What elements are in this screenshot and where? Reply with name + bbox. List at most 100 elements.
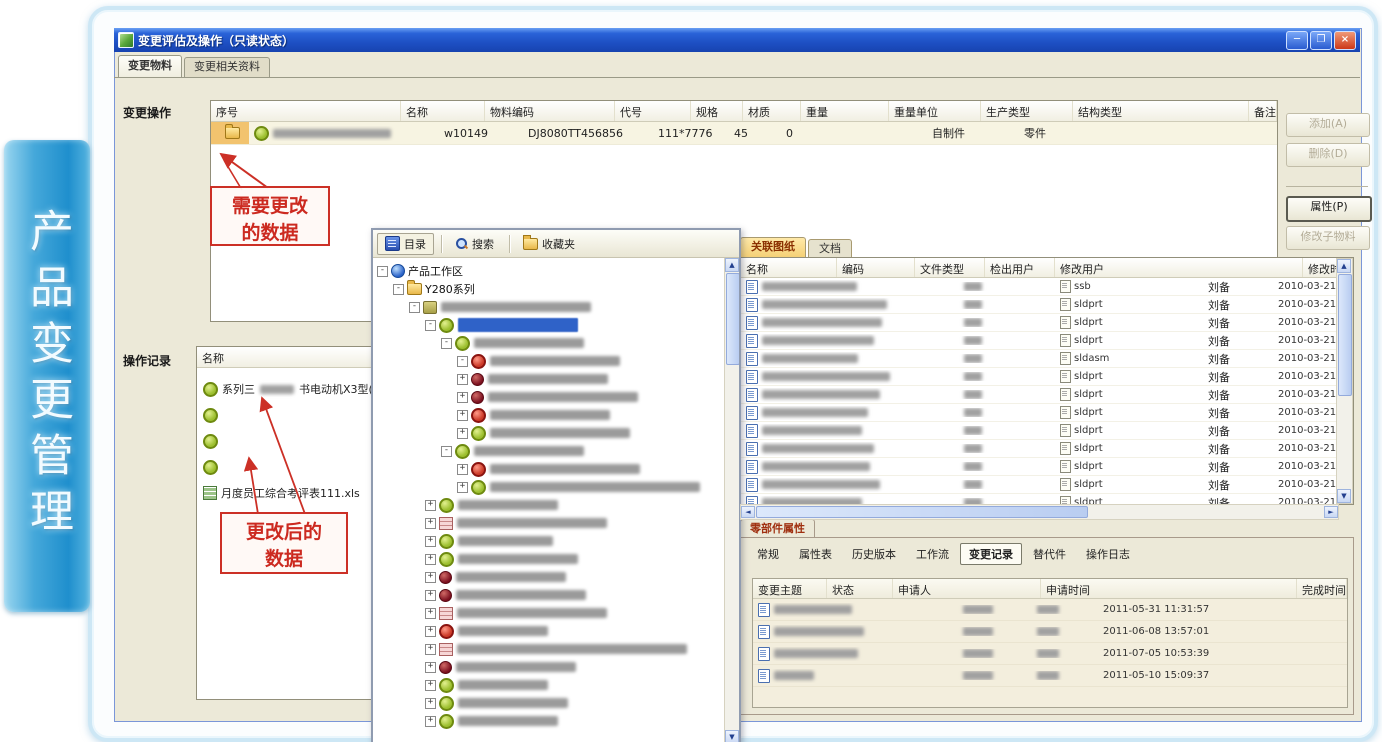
tree-node[interactable]: - (373, 298, 725, 316)
tree-expander-icon[interactable]: + (457, 410, 468, 421)
tree-node[interactable]: + (373, 676, 725, 694)
minimize-button[interactable]: ─ (1286, 31, 1308, 50)
tree-node[interactable]: - 产品工作区 (373, 262, 725, 280)
tree-expander-icon[interactable]: + (425, 626, 436, 637)
restore-button[interactable]: ❐ (1310, 31, 1332, 50)
search-button[interactable]: 搜索 (447, 233, 502, 255)
tree-expander-icon[interactable]: + (425, 572, 436, 583)
scroll-right-icon[interactable]: ► (1324, 506, 1338, 518)
tree-expander-icon[interactable]: + (425, 716, 436, 727)
close-button[interactable]: × (1334, 31, 1356, 50)
column-header[interactable]: 名称 (741, 258, 837, 277)
tree-node[interactable]: + (373, 388, 725, 406)
tree-node[interactable]: + (373, 586, 725, 604)
part-props-subtab[interactable]: 操作日志 (1077, 543, 1139, 565)
column-header[interactable]: 修改用户 (1055, 258, 1303, 277)
part-props-subtab[interactable]: 常规 (748, 543, 788, 565)
part-props-subtab[interactable]: 历史版本 (843, 543, 905, 565)
table-row[interactable]: sldprt 刘备 2010-03-21 23:40:29 (741, 440, 1353, 458)
scroll-up-icon[interactable]: ▲ (1337, 259, 1351, 273)
tree-expander-icon[interactable]: + (425, 554, 436, 565)
tree-node[interactable]: + (373, 370, 725, 388)
column-header[interactable]: 代号 (615, 101, 691, 121)
tree-expander-icon[interactable]: - (377, 266, 388, 277)
drawings-vertical-scrollbar[interactable]: ▲ ▼ (1336, 258, 1353, 504)
tree-expander-icon[interactable]: + (425, 680, 436, 691)
column-header[interactable]: 文件类型 (915, 258, 985, 277)
column-header[interactable]: 完成时间 (1297, 579, 1347, 598)
column-header[interactable]: 名称 (401, 101, 485, 121)
product-tree[interactable]: - 产品工作区 - Y280系列 - (373, 258, 725, 742)
tree-expander-icon[interactable]: + (457, 464, 468, 475)
column-header[interactable]: 物料编码 (485, 101, 615, 121)
delete-button[interactable]: 删除(D) (1286, 143, 1370, 167)
tree-expander-icon[interactable]: + (425, 698, 436, 709)
tree-node[interactable]: - (373, 316, 725, 334)
table-row[interactable]: sldprt 刘备 2010-03-21 23:40:29 (741, 332, 1353, 350)
column-header[interactable]: 重量单位 (889, 101, 981, 121)
table-row[interactable]: sldprt 刘备 2010-03-21 23:40:29 (741, 404, 1353, 422)
scroll-left-icon[interactable]: ◄ (741, 506, 755, 518)
scroll-down-icon[interactable]: ▼ (1337, 489, 1351, 503)
table-row[interactable]: sldprt 刘备 2010-03-21 23:40:29 (741, 386, 1353, 404)
tree-node[interactable]: + (373, 532, 725, 550)
scrollbar-thumb[interactable] (756, 506, 1088, 518)
properties-button[interactable]: 属性(P) (1286, 196, 1372, 222)
tree-node[interactable]: + (373, 406, 725, 424)
column-header[interactable]: 申请时间 (1041, 579, 1297, 598)
tree-node[interactable]: + (373, 658, 725, 676)
drawings-tab[interactable]: 关联图纸 (740, 237, 806, 258)
column-header[interactable]: 材质 (743, 101, 801, 121)
table-row[interactable]: ssb 刘备 2010-03-21 23:59:48 (741, 278, 1353, 296)
scroll-up-icon[interactable]: ▲ (725, 258, 739, 272)
column-header[interactable]: 结构类型 (1073, 101, 1249, 121)
tree-node[interactable]: + (373, 712, 725, 730)
tree-node[interactable]: - (373, 352, 725, 370)
catalog-button[interactable]: 目录 (377, 233, 434, 255)
change-record-table[interactable]: 变更主题状态申请人申请时间完成时间 2011-05-31 11:31:57 20… (752, 578, 1348, 708)
tree-node[interactable]: + (373, 424, 725, 442)
column-header[interactable]: 状态 (827, 579, 893, 598)
column-header[interactable]: 备注 (1249, 101, 1277, 121)
tree-node[interactable]: + (373, 604, 725, 622)
tree-expander-icon[interactable]: + (425, 536, 436, 547)
tree-node[interactable]: - (373, 442, 725, 460)
row-selector-cell[interactable] (211, 122, 249, 144)
table-row[interactable]: sldasm 刘备 2010-03-21 23:40:29 (741, 350, 1353, 368)
table-row[interactable]: sldprt 刘备 2010-03-21 23:40:29 (741, 458, 1353, 476)
tree-expander-icon[interactable]: + (457, 482, 468, 493)
column-header[interactable]: 申请人 (893, 579, 1041, 598)
drawings-horizontal-scrollbar[interactable]: ◄ ► (740, 504, 1339, 520)
scrollbar-thumb[interactable] (1338, 274, 1352, 396)
tree-node[interactable]: - (373, 334, 725, 352)
scroll-down-icon[interactable]: ▼ (725, 730, 739, 742)
tree-expander-icon[interactable]: - (441, 338, 452, 349)
column-header[interactable]: 规格 (691, 101, 743, 121)
table-row[interactable]: sldprt 刘备 2010-03-21 23:40:29 (741, 368, 1353, 386)
table-row[interactable]: 2011-05-31 11:31:57 (753, 599, 1347, 621)
tree-expander-icon[interactable]: + (425, 500, 436, 511)
column-header[interactable]: 序号 (211, 101, 401, 121)
tree-node[interactable]: + (373, 496, 725, 514)
part-props-subtab[interactable]: 属性表 (790, 543, 841, 565)
tree-expander-icon[interactable]: - (441, 446, 452, 457)
part-props-subtab[interactable]: 工作流 (907, 543, 958, 565)
tree-node[interactable]: + (373, 514, 725, 532)
tree-expander-icon[interactable]: + (425, 608, 436, 619)
table-row[interactable]: 2011-05-10 15:09:37 (753, 665, 1347, 687)
main-tab[interactable]: 变更物料 (118, 55, 182, 77)
tree-node[interactable]: + (373, 550, 725, 568)
part-props-tab[interactable]: 零部件属性 (740, 519, 815, 539)
tree-node[interactable]: + (373, 478, 725, 496)
tree-node[interactable]: + (373, 622, 725, 640)
tree-vertical-scrollbar[interactable]: ▲ ▼ (724, 258, 739, 742)
tree-expander-icon[interactable]: - (393, 284, 404, 295)
main-tab[interactable]: 变更相关资料 (184, 57, 270, 77)
add-button[interactable]: 添加(A) (1286, 113, 1370, 137)
favorites-button[interactable]: 收藏夹 (515, 233, 583, 255)
tree-expander-icon[interactable]: - (457, 356, 468, 367)
column-header[interactable]: 编码 (837, 258, 915, 277)
tree-node[interactable]: + (373, 640, 725, 658)
column-header[interactable]: 变更主题 (753, 579, 827, 598)
table-row[interactable]: sldprt 刘备 2010-03-21 23:40:29 (741, 422, 1353, 440)
